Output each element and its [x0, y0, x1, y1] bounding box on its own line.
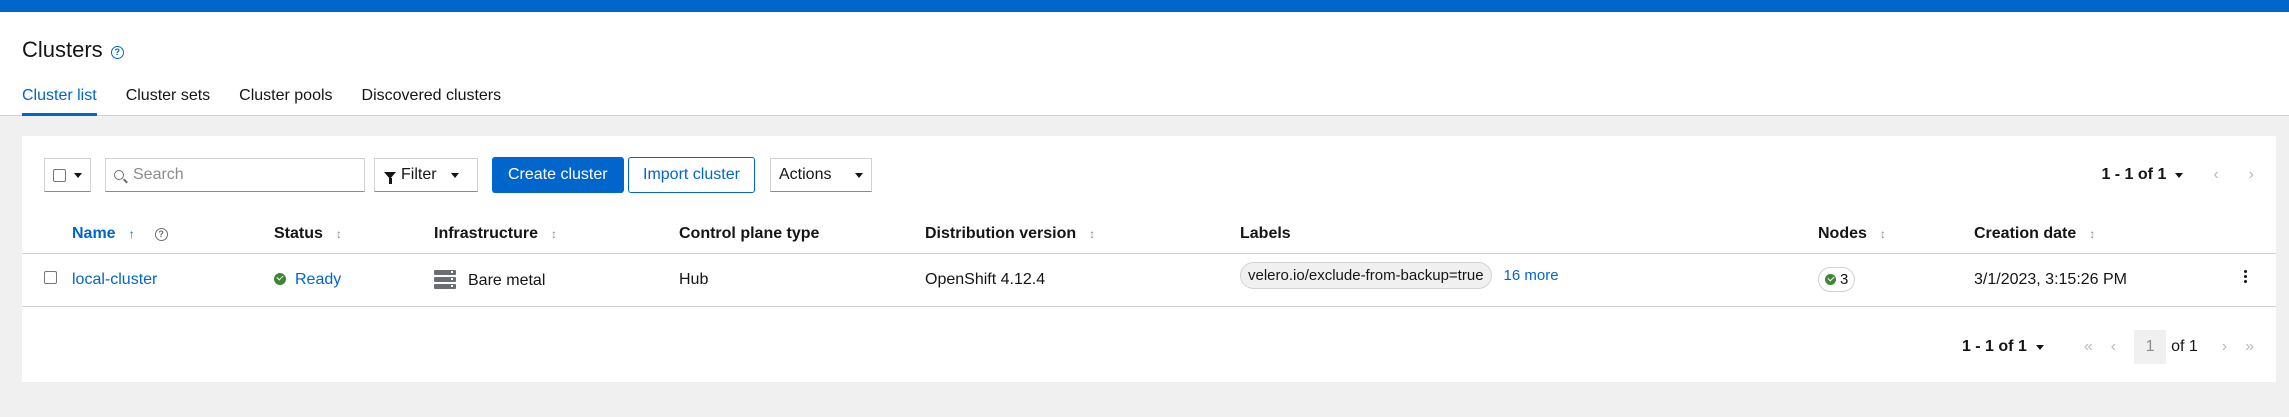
tab-cluster-list[interactable]: Cluster list	[22, 87, 97, 116]
nodes-cell: 3	[1818, 253, 1974, 307]
control-plane-value: Hub	[679, 270, 709, 288]
tabs: Cluster list Cluster sets Cluster pools …	[22, 87, 530, 116]
column-infrastructure-label: Infrastructure	[434, 225, 539, 243]
cluster-name-link[interactable]: local-cluster	[72, 271, 157, 288]
column-header-infrastructure[interactable]: Infrastructure ↕	[434, 216, 679, 254]
page-header: Clusters ? Cluster list Cluster sets Clu…	[0, 12, 2289, 116]
kebab-column-header	[2244, 216, 2276, 254]
distribution-value: OpenShift 4.12.4	[925, 270, 1046, 288]
tab-discovered-clusters[interactable]: Discovered clusters	[362, 87, 502, 116]
creation-date-value: 3/1/2023, 3:15:26 PM	[1974, 270, 2127, 288]
tab-cluster-sets[interactable]: Cluster sets	[126, 87, 210, 116]
sort-icon[interactable]: ↕	[2089, 227, 2095, 241]
page-title: Clusters ?	[22, 37, 124, 63]
previous-page-icon[interactable]: ‹	[2213, 166, 2218, 184]
total-pages-label: of 1	[2171, 338, 2198, 355]
column-header-name[interactable]: Name ↑?	[72, 216, 274, 254]
import-cluster-button[interactable]: Import cluster	[628, 157, 755, 193]
row-select-cell	[22, 253, 72, 307]
bulk-select-dropdown[interactable]	[44, 158, 91, 192]
sort-icon[interactable]: ↕	[1089, 227, 1095, 241]
page-title-text: Clusters	[22, 37, 103, 62]
server-icon	[434, 269, 456, 289]
search-input[interactable]	[133, 166, 353, 184]
chevron-down-icon[interactable]	[2175, 172, 2184, 178]
creation-date-cell: 3/1/2023, 3:15:26 PM	[1974, 253, 2244, 307]
toolbar: Filter Create cluster Import cluster Act…	[22, 136, 2276, 216]
check-circle-icon	[274, 272, 286, 285]
chevron-down-icon	[855, 172, 864, 178]
column-header-creation-date[interactable]: Creation date ↕	[1974, 216, 2244, 254]
sort-ascending-icon[interactable]: ↑	[129, 227, 135, 241]
kebab-menu-icon[interactable]	[2244, 269, 2247, 285]
table-header-row: Name ↑? Status ↕ Infrastructure ↕ Control p…	[22, 216, 2276, 254]
column-nodes-label: Nodes	[1818, 225, 1867, 243]
filter-icon	[384, 171, 396, 184]
top-banner	[0, 0, 2289, 12]
tab-cluster-pools[interactable]: Cluster pools	[239, 87, 332, 116]
pagination-top: 1 - 1 of 1 ‹ ›	[2101, 158, 2254, 192]
row-checkbox[interactable]	[44, 270, 57, 284]
search-box	[105, 158, 365, 192]
sort-icon[interactable]: ↕	[1880, 227, 1886, 241]
cluster-name-cell: local-cluster	[72, 253, 274, 307]
help-icon[interactable]: ?	[110, 45, 124, 59]
actions-dropdown[interactable]: Actions	[770, 158, 872, 192]
column-header-control-plane-type: Control plane type	[679, 216, 925, 254]
select-column-header	[22, 216, 72, 254]
cluster-table-card: Filter Create cluster Import cluster Act…	[22, 136, 2276, 382]
column-control-plane-label: Control plane type	[679, 225, 820, 243]
next-page-icon[interactable]: ›	[2249, 166, 2254, 184]
help-icon[interactable]: ?	[154, 228, 168, 242]
column-name-label: Name	[72, 225, 116, 243]
chevron-down-icon	[74, 172, 82, 178]
table-row: local-cluster Ready Bare metal Hub OpenS…	[22, 253, 2276, 307]
sort-icon[interactable]: ↕	[551, 227, 557, 241]
current-page-input[interactable]: 1	[2134, 330, 2167, 364]
chevron-down-icon[interactable]	[2035, 344, 2044, 350]
sort-icon[interactable]: ↕	[336, 227, 342, 241]
search-icon	[114, 170, 124, 180]
column-creation-date-label: Creation date	[1974, 225, 2077, 243]
column-labels-label: Labels	[1240, 225, 1291, 243]
row-actions-cell	[2244, 253, 2276, 307]
filter-dropdown[interactable]: Filter	[374, 158, 478, 192]
pagination-toggle[interactable]: 1 - 1 of 1	[2101, 166, 2166, 184]
filter-label: Filter	[401, 166, 437, 183]
column-header-nodes[interactable]: Nodes ↕	[1818, 216, 1974, 254]
cluster-table: Name ↑? Status ↕ Infrastructure ↕ Control p…	[22, 216, 2276, 307]
chevron-down-icon	[450, 172, 459, 178]
pagination-range: 1 - 1 of 1	[2101, 166, 2167, 183]
column-header-status[interactable]: Status ↕	[274, 216, 434, 254]
labels-cell: velero.io/exclude-from-backup=true 16 mor…	[1240, 253, 1818, 307]
actions-label: Actions	[779, 166, 832, 183]
label-chip: velero.io/exclude-from-backup=true	[1240, 262, 1492, 289]
column-header-distribution-version[interactable]: Distribution version ↕	[925, 216, 1240, 254]
column-header-labels: Labels	[1240, 216, 1818, 254]
control-plane-cell: Hub	[679, 253, 925, 307]
check-circle-icon	[1825, 274, 1836, 285]
last-page-icon[interactable]: »	[2245, 338, 2254, 356]
previous-page-icon[interactable]: ‹	[2111, 338, 2116, 356]
infrastructure-value: Bare metal	[468, 271, 546, 289]
first-page-icon[interactable]: «	[2084, 338, 2093, 356]
status-cell: Ready	[274, 253, 434, 307]
nodes-count: 3	[1840, 271, 1849, 288]
distribution-cell: OpenShift 4.12.4	[925, 253, 1240, 307]
pagination-range[interactable]: 1 - 1 of 1	[1962, 338, 2027, 356]
pagination-bottom: 1 - 1 of 1 « ‹ 1 of 1 › »	[1962, 330, 2254, 364]
create-cluster-button[interactable]: Create cluster	[492, 157, 624, 193]
nodes-badge[interactable]: 3	[1818, 267, 1856, 292]
next-page-icon[interactable]: ›	[2222, 338, 2227, 356]
infrastructure-cell: Bare metal	[434, 253, 679, 307]
status-ready-link[interactable]: Ready	[295, 271, 341, 288]
select-all-checkbox[interactable]	[53, 168, 66, 182]
column-status-label: Status	[274, 225, 323, 243]
more-labels-link[interactable]: 16 more	[1504, 267, 1559, 284]
column-distribution-label: Distribution version	[925, 225, 1077, 243]
